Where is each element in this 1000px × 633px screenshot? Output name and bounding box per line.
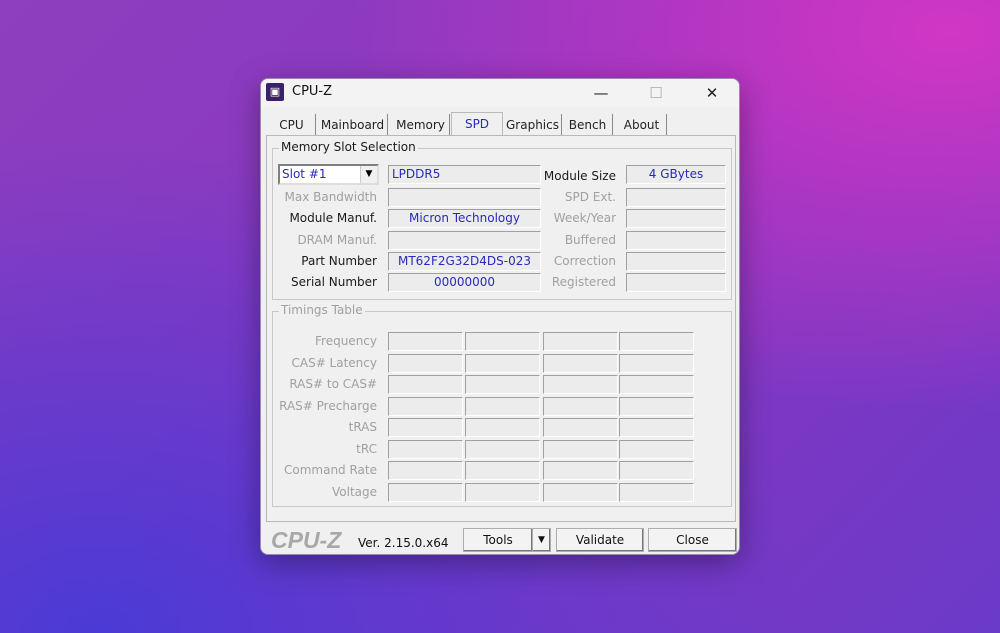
label-0: Max Bandwidth bbox=[284, 190, 377, 204]
timing-cell bbox=[465, 439, 540, 459]
tab-bench[interactable]: Bench bbox=[563, 114, 613, 136]
group-label: Memory Slot Selection bbox=[279, 140, 418, 154]
right-label-1: SPD Ext. bbox=[564, 190, 616, 204]
group-label: Timings Table bbox=[279, 303, 365, 317]
tools-dropdown-icon[interactable]: ▼ bbox=[532, 528, 551, 552]
timing-cell bbox=[543, 396, 618, 416]
window-title: CPU-Z bbox=[292, 84, 333, 99]
right-value-field bbox=[626, 273, 726, 292]
version-label: Ver. 2.15.0.x64 bbox=[358, 536, 449, 550]
right-label-0: Module Size bbox=[543, 169, 616, 183]
timing-cell bbox=[388, 418, 463, 437]
timing-cell bbox=[465, 482, 540, 502]
timing-cell bbox=[619, 353, 694, 373]
left-value-field: 00000000 bbox=[388, 273, 541, 292]
timing-cell bbox=[619, 482, 694, 502]
timing-cell bbox=[543, 375, 618, 394]
tab-about[interactable]: About bbox=[617, 114, 667, 136]
left-value-field bbox=[388, 231, 541, 250]
tools-button[interactable]: Tools bbox=[463, 528, 533, 552]
cpu-chip-icon: ▣ bbox=[266, 83, 284, 101]
timing-label: Frequency bbox=[315, 334, 377, 348]
timing-cell bbox=[619, 439, 694, 459]
right-value-field bbox=[626, 231, 726, 250]
timing-label: Voltage bbox=[331, 484, 377, 499]
timing-label: RAS# to CAS# bbox=[289, 377, 377, 391]
timing-cell bbox=[465, 375, 540, 394]
timing-cell bbox=[619, 396, 694, 416]
left-value-field: MT62F2G32D4DS-023 bbox=[388, 252, 541, 271]
close-button[interactable]: Close bbox=[648, 528, 737, 552]
timing-label: tRC bbox=[356, 441, 377, 456]
right-value-field bbox=[626, 188, 726, 207]
tab-graphics[interactable]: Graphics bbox=[504, 114, 562, 136]
timing-label: RAS# Precharge bbox=[279, 398, 377, 413]
timing-cell bbox=[465, 418, 540, 437]
timing-cell bbox=[388, 332, 463, 351]
label-2: DRAM Manuf. bbox=[297, 233, 377, 247]
label-3: Part Number bbox=[301, 254, 377, 268]
timing-cell bbox=[465, 353, 540, 373]
validate-button[interactable]: Validate bbox=[556, 528, 644, 552]
right-label-4: Correction bbox=[553, 254, 616, 268]
timing-cell bbox=[388, 439, 463, 459]
right-label-2: Week/Year bbox=[553, 211, 616, 225]
timing-cell bbox=[619, 418, 694, 437]
maximize-button[interactable]: ☐ bbox=[633, 79, 679, 107]
timing-cell bbox=[543, 353, 618, 373]
timing-cell bbox=[619, 461, 694, 480]
timing-label: Command Rate bbox=[283, 463, 377, 477]
cpuz-window: ▣ CPU-Z — ☐ ✕ CPU Mainboard Memory SPD Graph… bbox=[260, 78, 740, 555]
left-value-field: Micron Technology bbox=[388, 209, 541, 228]
timing-cell bbox=[543, 439, 618, 459]
memory-type-field: LPDDR5 bbox=[388, 165, 541, 184]
tab-mainboard[interactable]: Mainboard bbox=[318, 114, 388, 136]
right-value-field: 4 GBytes bbox=[626, 165, 726, 184]
right-label-5: Registered bbox=[551, 275, 616, 289]
chevron-down-icon[interactable]: ▼ bbox=[360, 166, 377, 183]
cpuz-logo: CPU-Z bbox=[271, 527, 342, 553]
slot-select[interactable]: Slot #1 ▼ bbox=[278, 164, 379, 185]
right-label-3: Buffered bbox=[564, 233, 616, 247]
timing-cell bbox=[465, 461, 540, 480]
left-value-field bbox=[388, 188, 541, 207]
minimize-button[interactable]: — bbox=[578, 79, 624, 107]
timing-cell bbox=[543, 418, 618, 437]
timing-cell bbox=[543, 461, 618, 480]
title-bar: ▣ CPU-Z — ☐ ✕ bbox=[261, 79, 739, 107]
tab-spd[interactable]: SPD bbox=[451, 112, 503, 137]
timing-label: CAS# Latency bbox=[291, 355, 377, 370]
label-1: Module Manuf. bbox=[289, 211, 377, 225]
timing-cell bbox=[388, 375, 463, 394]
right-value-field bbox=[626, 252, 726, 271]
slot-selected: Slot #1 bbox=[282, 167, 327, 181]
timings-group: Timings Table Frequency CAS# Latency RAS# … bbox=[272, 303, 732, 507]
timing-label: tRAS bbox=[348, 420, 377, 434]
timing-cell bbox=[465, 332, 540, 351]
memory-slot-group: Memory Slot Selection Slot #1 ▼ LPDDR5 M… bbox=[272, 140, 732, 300]
right-value-field bbox=[626, 209, 726, 228]
timing-cell bbox=[388, 461, 463, 480]
label-4: Serial Number bbox=[291, 275, 377, 289]
timing-cell bbox=[619, 375, 694, 394]
timing-cell bbox=[619, 332, 694, 351]
close-window-button[interactable]: ✕ bbox=[689, 79, 735, 107]
tab-memory[interactable]: Memory bbox=[392, 114, 450, 136]
timing-cell bbox=[543, 332, 618, 351]
spd-panel: Memory Slot Selection Slot #1 ▼ LPDDR5 M… bbox=[266, 135, 736, 522]
tab-cpu[interactable]: CPU bbox=[268, 114, 316, 136]
timing-cell bbox=[388, 396, 463, 416]
timing-cell bbox=[388, 353, 463, 373]
timing-cell bbox=[465, 396, 540, 416]
timing-cell bbox=[543, 482, 618, 502]
timing-cell bbox=[388, 482, 463, 502]
